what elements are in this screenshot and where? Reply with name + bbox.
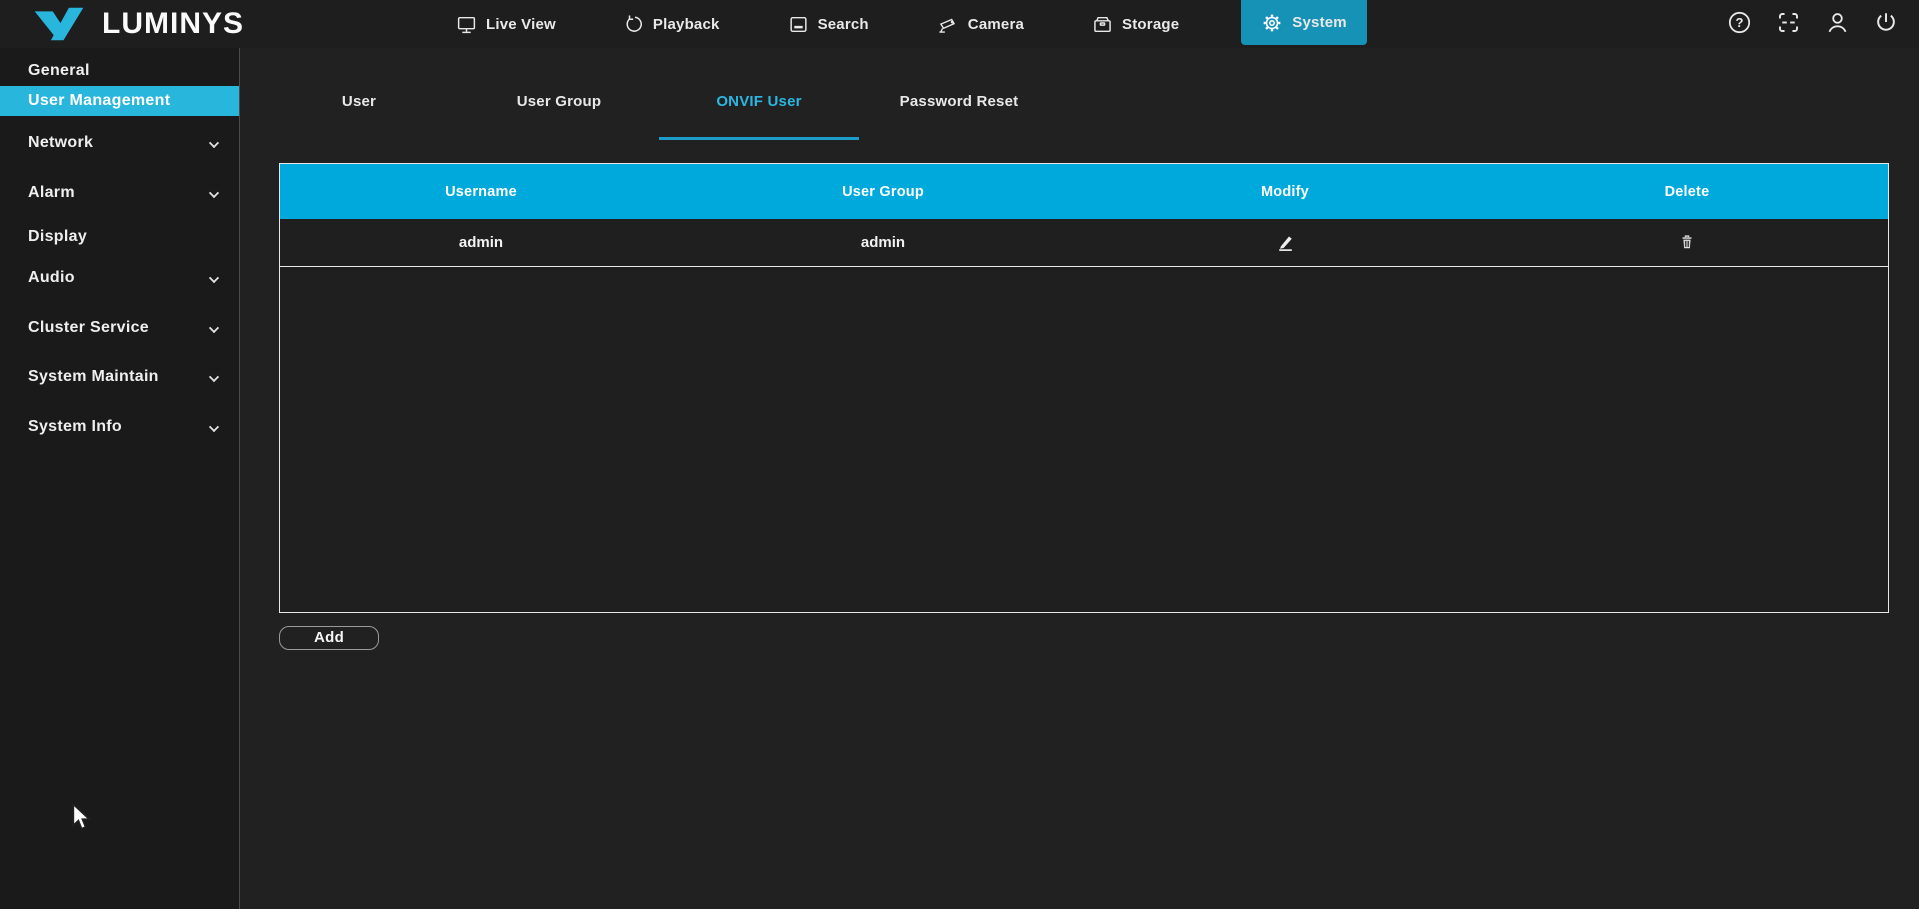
sidebar-item-audio[interactable]: Audio bbox=[0, 263, 239, 293]
sidebar-item-network[interactable]: Network bbox=[0, 128, 239, 158]
chevron-down-icon bbox=[209, 138, 219, 148]
chevron-down-icon bbox=[209, 372, 219, 382]
sidebar-item-system-maintain[interactable]: System Maintain bbox=[0, 362, 239, 392]
tab-onvif-user[interactable]: ONVIF User bbox=[659, 66, 859, 140]
table-row: admin admin bbox=[280, 219, 1888, 267]
tab-password-reset[interactable]: Password Reset bbox=[859, 66, 1059, 140]
chevron-down-icon bbox=[209, 323, 219, 333]
sidebar-item-user-management[interactable]: User Management bbox=[0, 86, 239, 116]
trash-icon[interactable] bbox=[1675, 230, 1699, 254]
tab-bar: User User Group ONVIF User Password Rese… bbox=[259, 48, 1919, 140]
column-header-delete: Delete bbox=[1486, 184, 1888, 200]
brand-logo: LUMINYS bbox=[28, 6, 244, 42]
top-bar-actions: ? bbox=[1726, 0, 1899, 44]
monitor-icon bbox=[456, 14, 477, 35]
brand-name: LUMINYS bbox=[102, 7, 244, 41]
table-header-row: Username User Group Modify Delete bbox=[280, 164, 1888, 219]
nav-playback[interactable]: Playback bbox=[618, 0, 726, 48]
nav-search[interactable]: Search bbox=[782, 0, 875, 48]
user-icon[interactable] bbox=[1824, 9, 1850, 35]
sidebar-item-alarm[interactable]: Alarm bbox=[0, 178, 239, 208]
luminys-logo-icon bbox=[28, 6, 90, 42]
chevron-down-icon bbox=[209, 273, 219, 283]
pencil-icon[interactable] bbox=[1273, 229, 1297, 253]
gear-icon bbox=[1261, 12, 1283, 34]
column-header-user-group: User Group bbox=[682, 184, 1084, 200]
tab-user-group[interactable]: User Group bbox=[459, 66, 659, 140]
camera-icon bbox=[937, 14, 959, 35]
playback-icon bbox=[624, 14, 644, 34]
sidebar-item-general[interactable]: General bbox=[0, 56, 239, 86]
nav-system[interactable]: System bbox=[1241, 0, 1367, 45]
cell-user-group: admin bbox=[682, 234, 1084, 251]
sidebar-item-cluster-service[interactable]: Cluster Service bbox=[0, 313, 239, 343]
tab-user[interactable]: User bbox=[259, 66, 459, 140]
nav-camera[interactable]: Camera bbox=[931, 0, 1030, 48]
cell-modify bbox=[1084, 229, 1486, 256]
help-icon[interactable]: ? bbox=[1726, 9, 1752, 35]
onvif-user-table: Username User Group Modify Delete admin … bbox=[279, 163, 1889, 613]
main-content: User User Group ONVIF User Password Rese… bbox=[240, 48, 1919, 909]
nav-live-view[interactable]: Live View bbox=[450, 0, 562, 48]
cell-delete bbox=[1486, 230, 1888, 255]
search-icon bbox=[788, 14, 809, 35]
chevron-down-icon bbox=[209, 422, 219, 432]
main-nav: Live View Playback Search bbox=[450, 0, 1367, 48]
sidebar: General User Management Network Alarm Di… bbox=[0, 48, 240, 909]
chevron-down-icon bbox=[209, 188, 219, 198]
cell-username: admin bbox=[280, 234, 682, 251]
top-bar: LUMINYS Live View Playback bbox=[0, 0, 1919, 48]
scan-icon[interactable] bbox=[1775, 9, 1801, 35]
sidebar-item-system-info[interactable]: System Info bbox=[0, 412, 239, 442]
svg-text:?: ? bbox=[1735, 15, 1743, 30]
nav-storage[interactable]: Storage bbox=[1086, 0, 1185, 48]
column-header-username: Username bbox=[280, 184, 682, 200]
power-icon[interactable] bbox=[1873, 9, 1899, 35]
sidebar-item-display[interactable]: Display bbox=[0, 222, 239, 252]
storage-icon bbox=[1092, 14, 1113, 35]
app-window: LUMINYS Live View Playback bbox=[0, 0, 1919, 909]
column-header-modify: Modify bbox=[1084, 184, 1486, 200]
add-button[interactable]: Add bbox=[279, 626, 379, 650]
